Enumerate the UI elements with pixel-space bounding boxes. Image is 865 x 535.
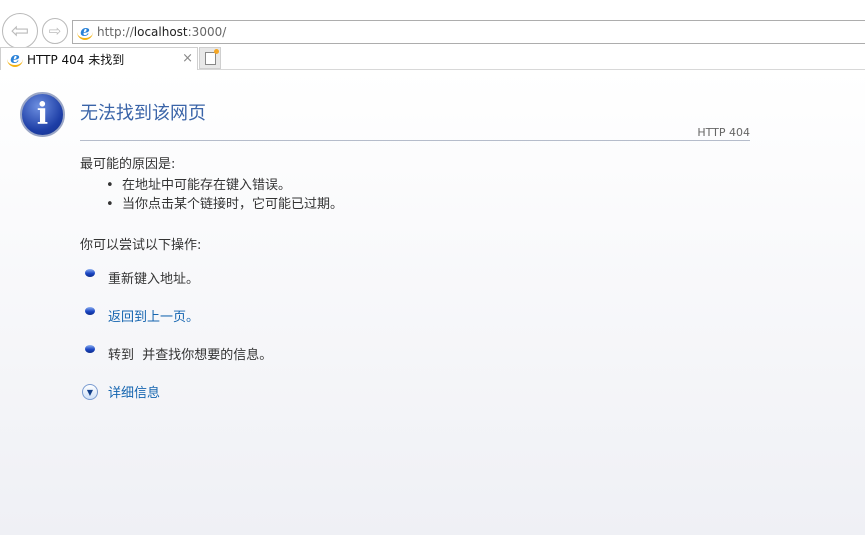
chevron-down-icon[interactable]: ▼	[82, 384, 98, 400]
error-page: i 无法找到该网页 HTTP 404 最可能的原因是: • 在地址中可能存在键入…	[0, 70, 865, 535]
tab-bar: e HTTP 404 未找到 ×	[0, 47, 865, 70]
tab-active[interactable]: e HTTP 404 未找到 ×	[0, 47, 198, 70]
address-bar[interactable]: e http://localhost:3000/	[72, 20, 865, 44]
page-title: 无法找到该网页	[80, 103, 206, 124]
bullet-icon	[85, 269, 95, 277]
tab-title: HTTP 404 未找到	[27, 52, 125, 67]
close-tab-icon[interactable]: ×	[182, 51, 193, 66]
action-retype: 重新键入地址。	[108, 272, 200, 287]
causes-heading: 最可能的原因是:	[80, 157, 176, 172]
actions-heading: 你可以尝试以下操作:	[80, 238, 202, 253]
divider	[80, 140, 750, 141]
url-host: localhost	[133, 25, 188, 39]
browser-chrome: ⇦ ⇨ e http://localhost:3000/ e HTTP 404 …	[0, 0, 865, 70]
bullet-icon	[85, 307, 95, 315]
forward-button[interactable]: ⇨	[42, 18, 68, 44]
go-back-link[interactable]: 返回到上一页。	[108, 306, 199, 325]
cause-item: • 当你点击某个链接时，它可能已过期。	[106, 197, 343, 212]
more-info-link[interactable]: 详细信息	[108, 382, 160, 401]
info-icon: i	[20, 92, 65, 137]
ie-icon: e	[7, 51, 23, 67]
new-tab-icon	[204, 48, 219, 65]
action-goto: 转到 并查找你想要的信息。	[108, 348, 273, 363]
arrow-left-icon: ⇦	[10, 18, 30, 44]
url-rest: :3000/	[187, 25, 227, 39]
cause-text: 当你点击某个链接时，它可能已过期。	[121, 197, 343, 212]
arrow-right-icon: ⇨	[48, 22, 62, 40]
bullet-icon	[85, 345, 95, 353]
cause-text: 在地址中可能存在键入错误。	[121, 178, 291, 193]
cause-item: • 在地址中可能存在键入错误。	[106, 178, 291, 193]
ie-icon: e	[77, 24, 93, 40]
url-prefix: http://	[97, 25, 134, 39]
error-code: HTTP 404	[697, 126, 750, 139]
back-button[interactable]: ⇦	[2, 13, 38, 49]
new-tab-button[interactable]	[199, 47, 221, 69]
